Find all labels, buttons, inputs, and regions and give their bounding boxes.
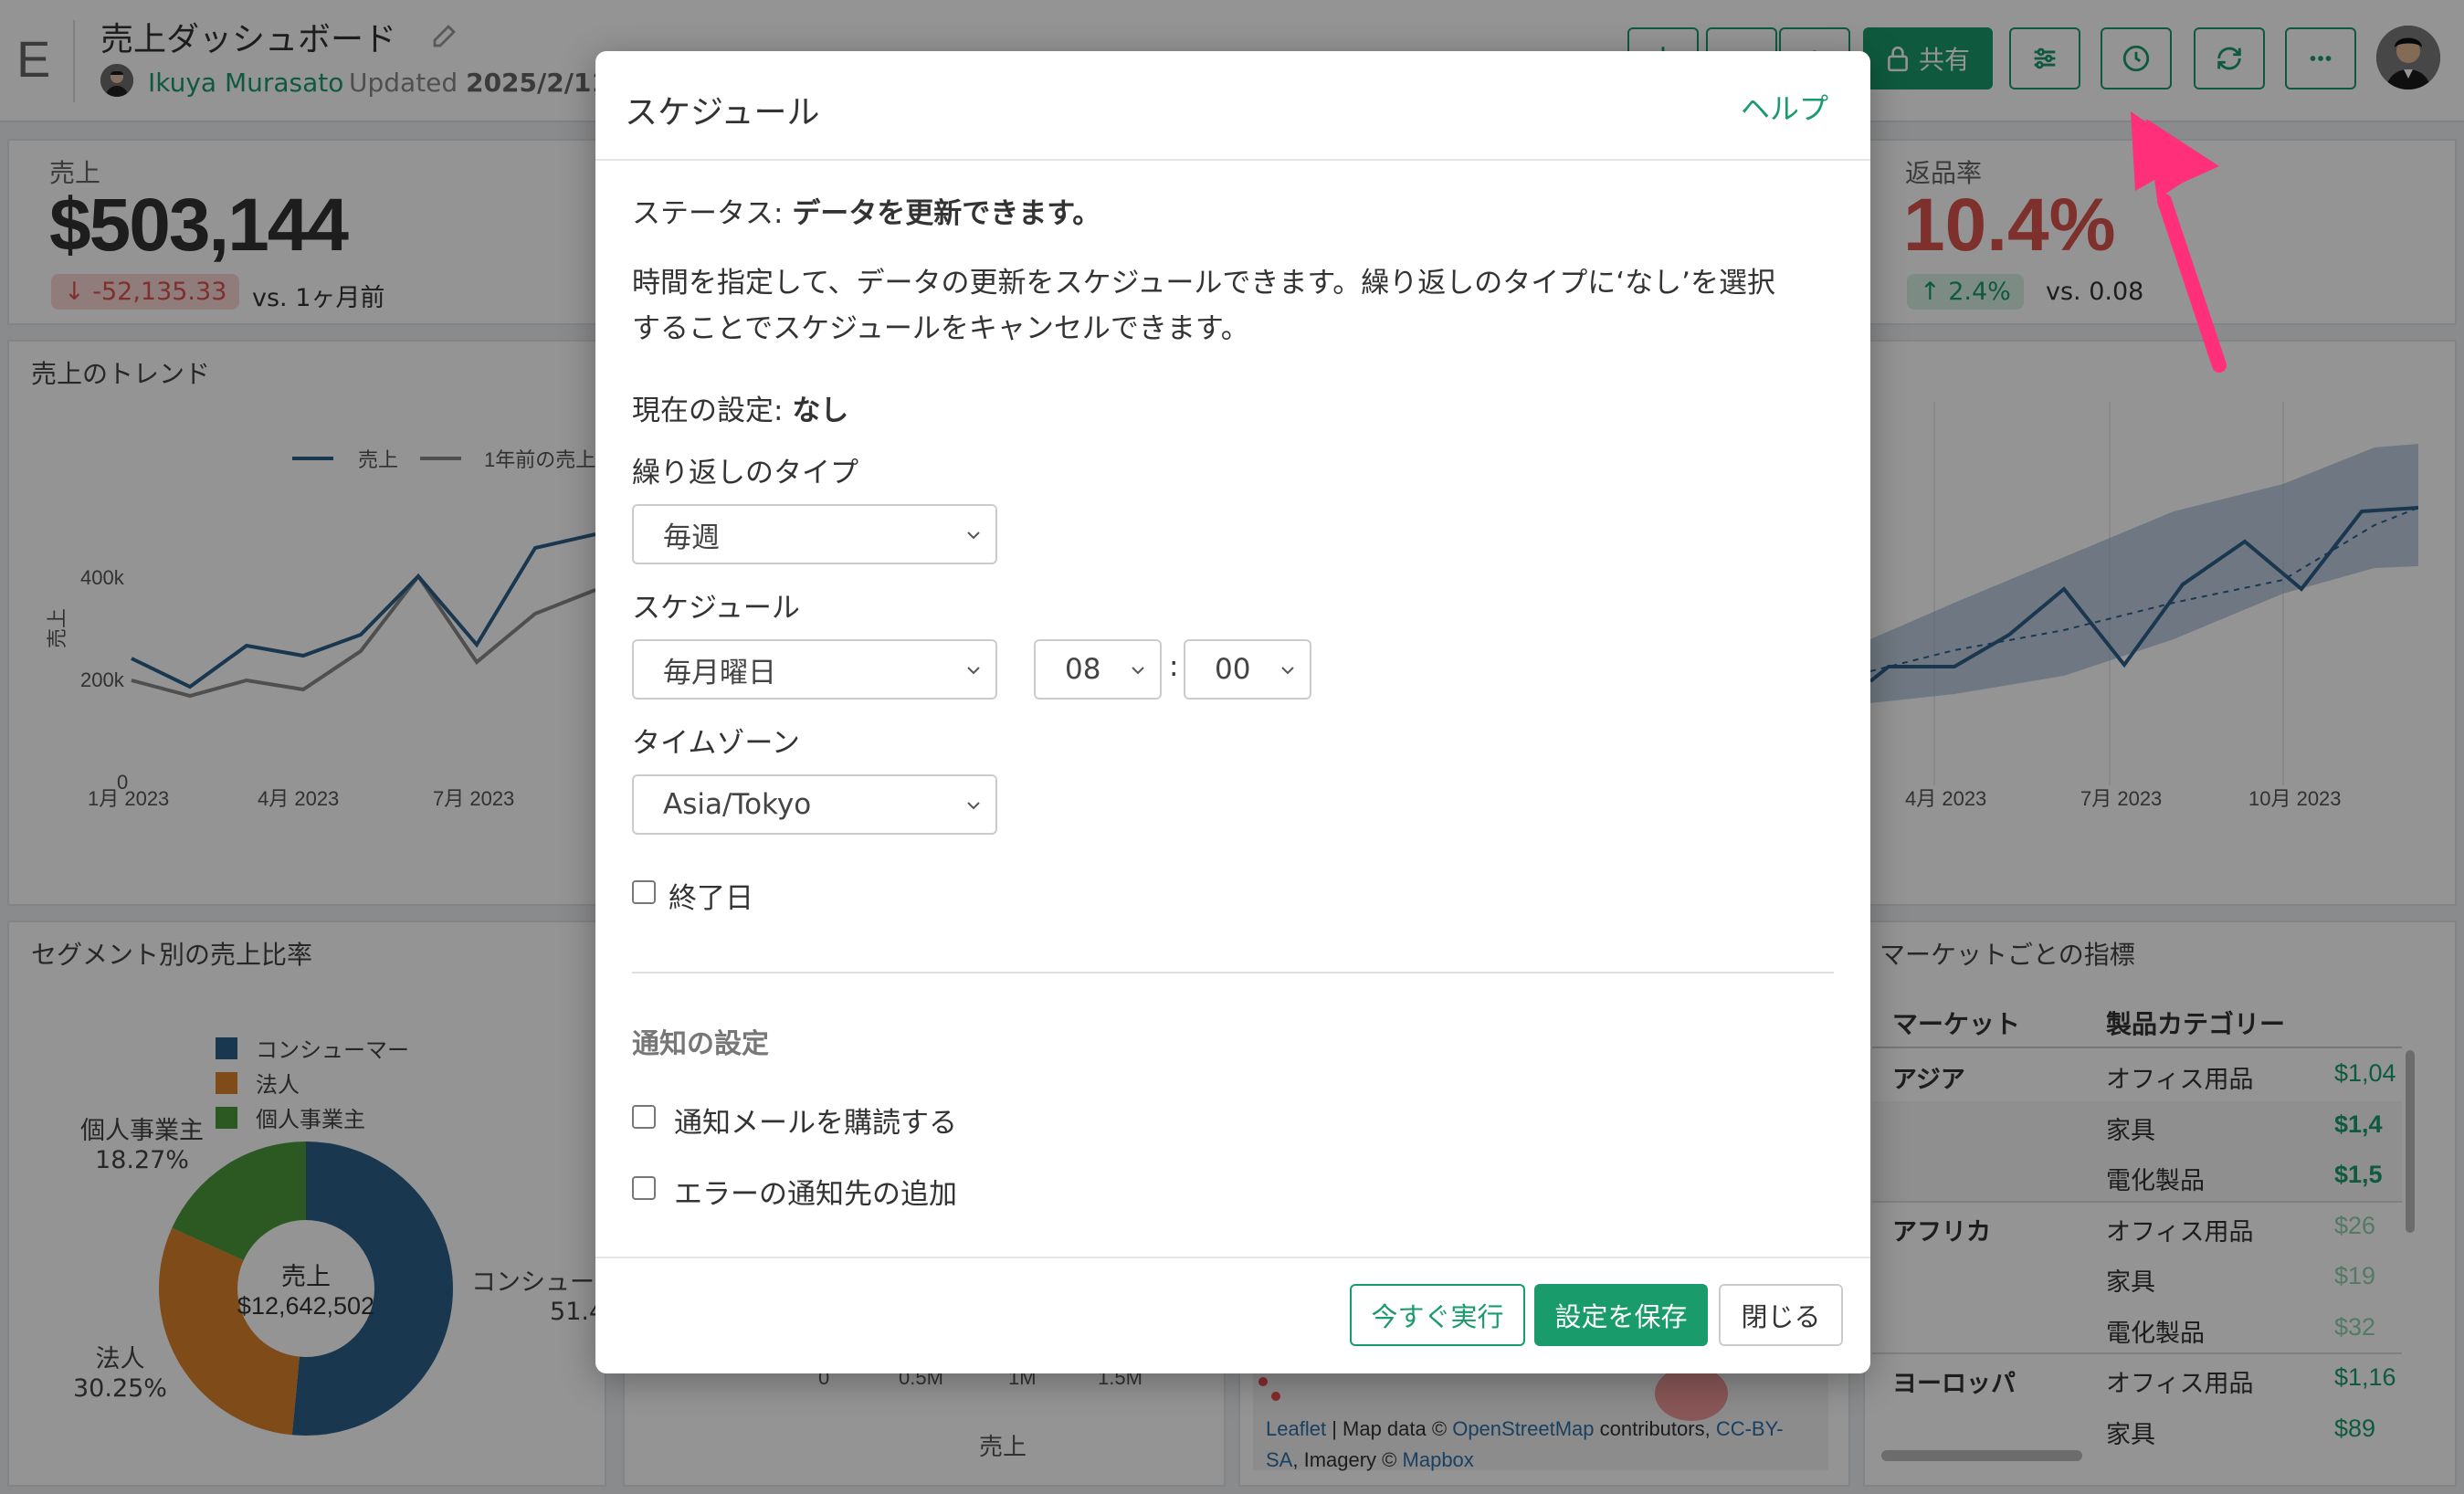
schedule-dialog: スケジュール ヘルプ ステータス: データを更新できます。 時間を指定して、デー…: [595, 51, 1870, 1373]
schedule-day-select[interactable]: 毎月曜日: [632, 639, 997, 700]
timezone-label: タイムゾーン: [632, 727, 800, 760]
subscribe-email-label[interactable]: 通知メールを購読する: [674, 1099, 957, 1141]
error-notify-checkbox[interactable]: [632, 1176, 656, 1200]
chevron-down-icon: [967, 531, 980, 540]
current-setting: 現在の設定: なし: [632, 395, 849, 427]
schedule-label: スケジュール: [632, 592, 800, 625]
chevron-down-icon: [967, 667, 980, 675]
dialog-header: スケジュール ヘルプ: [595, 51, 1870, 161]
hour-value: 08: [1065, 653, 1101, 686]
chevron-down-icon: [1132, 667, 1144, 675]
minute-select[interactable]: 00: [1184, 639, 1311, 700]
description-line-2: することでスケジュールをキャンセルできます。: [632, 312, 1249, 345]
dialog-title: スケジュール: [625, 94, 820, 132]
timezone-select[interactable]: Asia/Tokyo: [632, 774, 997, 835]
end-date-label[interactable]: 終了日: [669, 875, 753, 916]
save-settings-button[interactable]: 設定を保存: [1534, 1284, 1708, 1346]
hour-select[interactable]: 08: [1034, 639, 1162, 700]
close-button[interactable]: 閉じる: [1719, 1284, 1843, 1346]
section-divider: [632, 972, 1834, 973]
chevron-down-icon: [1281, 667, 1294, 675]
repeat-type-select[interactable]: 毎週: [632, 504, 997, 564]
time-separator: :: [1169, 650, 1179, 683]
notification-section-title: 通知の設定: [632, 1028, 769, 1060]
repeat-type-value: 毎週: [663, 521, 720, 554]
help-link[interactable]: ヘルプ: [1741, 86, 1828, 128]
schedule-day-value: 毎月曜日: [663, 656, 776, 689]
subscribe-email-checkbox[interactable]: [632, 1105, 656, 1129]
run-now-button[interactable]: 今すぐ実行: [1350, 1284, 1525, 1346]
status-line: ステータス: データを更新できます。: [632, 197, 1101, 230]
repeat-type-label: 繰り返しのタイプ: [632, 457, 858, 489]
minute-value: 00: [1215, 653, 1251, 686]
annotation-arrow-icon: [2131, 111, 2227, 373]
end-date-checkbox[interactable]: [632, 880, 656, 904]
error-notify-label[interactable]: エラーの通知先の追加: [674, 1171, 957, 1212]
description-line-1: 時間を指定して、データの更新をスケジュールできます。繰り返しのタイプに‘なし’を…: [632, 267, 1775, 300]
timezone-value: Asia/Tokyo: [663, 788, 812, 821]
chevron-down-icon: [967, 802, 980, 810]
